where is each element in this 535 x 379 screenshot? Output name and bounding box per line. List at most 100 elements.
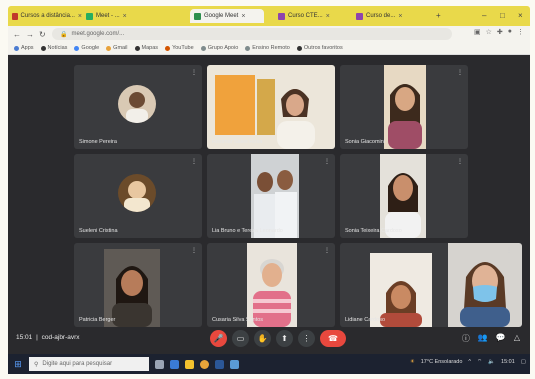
search-icon: ⚲ xyxy=(34,361,39,368)
participant-tile[interactable]: ⋮ Cusaria Silva Santos xyxy=(207,243,335,327)
meeting-time-and-code: 15:01 | cod-ajbr-avrx xyxy=(16,334,80,341)
participant-tile[interactable]: ⋮ Sueleni Cristina xyxy=(74,154,202,238)
hand-icon: ✋ xyxy=(257,334,268,343)
browser-toolbar: ← → ↻ 🔒 meet.google.com/... ▣ ☆ ✚ ● ⋮ xyxy=(8,26,530,42)
clock-text[interactable]: 15:01 xyxy=(501,359,515,365)
notifications-icon[interactable]: ▢ xyxy=(521,359,526,365)
meet-favicon-icon xyxy=(194,12,201,20)
bookmark-label: Mapas xyxy=(141,45,159,51)
close-icon[interactable]: × xyxy=(326,13,330,20)
more-options-icon[interactable]: ⋮ xyxy=(191,158,197,165)
volume-icon[interactable]: 🔈 xyxy=(488,359,495,365)
new-tab-icon[interactable]: + xyxy=(436,11,441,20)
side-controls: ⓘ 👥 💬 △ xyxy=(462,333,520,344)
edge-browser-icon[interactable] xyxy=(170,359,179,369)
tab-favicon-icon xyxy=(356,12,363,20)
bookmark-label: Apps xyxy=(21,45,34,51)
more-options-icon[interactable]: ⋮ xyxy=(191,69,197,76)
participant-name: Sonia Teixeira Cardoso xyxy=(345,228,402,234)
tab-label: Curso CTE... xyxy=(288,13,323,19)
minimize-icon[interactable]: – xyxy=(482,11,486,20)
more-options-icon[interactable]: ⋮ xyxy=(191,247,197,254)
close-window-icon[interactable]: × xyxy=(518,11,523,20)
more-options-icon[interactable]: ⋮ xyxy=(457,158,463,165)
participant-name: Rosimar Sales Rosa xyxy=(212,139,263,145)
camera-button[interactable]: ▭ xyxy=(232,330,249,347)
participant-tile-speaking[interactable]: Rosimar Sales Rosa xyxy=(207,65,335,149)
participant-name: Sueleni Cristina xyxy=(79,228,118,234)
back-icon[interactable]: ← xyxy=(13,30,21,39)
end-call-button[interactable]: ☎ xyxy=(320,330,346,347)
more-options-icon[interactable]: ⋮ xyxy=(324,247,330,254)
people-icon[interactable]: 👥 xyxy=(478,333,488,344)
windows-start-icon[interactable]: ⊞ xyxy=(11,359,25,370)
bookmark-label: Ensino Remoto xyxy=(252,45,290,51)
close-icon[interactable]: × xyxy=(123,13,127,20)
browser-tab[interactable]: Meet - ... × xyxy=(86,9,148,23)
network-icon[interactable]: ⌔ xyxy=(477,358,482,365)
close-icon[interactable]: × xyxy=(398,13,402,20)
mic-off-icon: 🎤 xyxy=(213,334,224,343)
self-view-video xyxy=(448,243,522,327)
chevron-up-icon[interactable]: ^ xyxy=(468,359,471,365)
more-options-icon[interactable]: ⋮ xyxy=(457,69,463,76)
store-icon[interactable] xyxy=(230,359,239,369)
bookmark-label: Gmail xyxy=(113,45,128,51)
bookmark-item[interactable]: Outros favoritos xyxy=(296,45,343,51)
browser-tab-active[interactable]: Google Meet × xyxy=(190,9,264,23)
more-options-button[interactable]: ⋮ xyxy=(298,330,315,347)
raise-hand-button[interactable]: ✋ xyxy=(254,330,271,347)
participant-name: Patricia Berger xyxy=(79,317,116,323)
participant-tile[interactable]: ⋮ Patricia Berger xyxy=(74,243,202,327)
info-icon[interactable]: ⓘ xyxy=(462,333,470,344)
mic-off-button[interactable]: 🎤 xyxy=(210,330,227,347)
meet-call-area: ⋮ Simone Pereira Rosimar Sales Rosa ⋮ So… xyxy=(8,55,530,354)
participant-video xyxy=(207,65,335,149)
participant-tile[interactable]: ⋮ Lia Bruno e Tereza Leonardo xyxy=(207,154,335,238)
bookmark-label: Outros favoritos xyxy=(303,45,343,51)
browser-tab[interactable]: Curso CTE... × xyxy=(278,9,348,23)
chat-icon[interactable]: 💬 xyxy=(496,333,506,344)
profile-icon[interactable]: ● xyxy=(508,28,512,36)
bookmark-item[interactable]: Grupo Apoio xyxy=(200,45,238,51)
forward-icon[interactable]: → xyxy=(26,30,34,39)
url-text: meet.google.com/... xyxy=(71,31,125,37)
taskbar-search-box[interactable]: ⚲ Digite aqui para pesquisar xyxy=(29,357,149,371)
participant-tile[interactable]: ⋮ Sonia Giacomini xyxy=(340,65,468,149)
more-options-icon[interactable]: ⋮ xyxy=(324,158,330,165)
reload-icon[interactable]: ↻ xyxy=(39,30,46,39)
participant-avatar xyxy=(118,85,156,123)
participant-name: Lia Bruno e Tereza Leonardo xyxy=(212,228,283,234)
close-icon[interactable]: × xyxy=(78,13,82,20)
star-icon[interactable]: ☆ xyxy=(486,28,492,36)
bookmark-item[interactable]: YouTube xyxy=(165,45,194,51)
close-icon[interactable]: × xyxy=(241,13,245,20)
participant-video xyxy=(104,249,160,327)
participant-name: Sonia Giacomini xyxy=(345,139,386,145)
bookmark-item[interactable]: Mapas xyxy=(134,45,159,51)
bookmark-item[interactable]: Apps xyxy=(14,45,34,51)
participant-tile[interactable]: ⋮ Sonia Teixeira Cardoso xyxy=(340,154,468,238)
word-icon[interactable] xyxy=(215,359,224,369)
chrome-browser-icon[interactable] xyxy=(200,359,209,369)
maximize-icon[interactable]: □ xyxy=(500,11,505,20)
file-explorer-icon[interactable] xyxy=(185,359,194,369)
bookmark-item[interactable]: Ensino Remoto xyxy=(245,45,290,51)
weather-text[interactable]: 17°C Ensolarado xyxy=(421,359,463,365)
activities-icon[interactable]: △ xyxy=(514,333,520,344)
browser-tab[interactable]: Curso de... × xyxy=(356,9,426,23)
menu-icon[interactable]: ⋮ xyxy=(517,28,524,36)
participant-tile[interactable]: ⋮ Lidiane Cardoso xyxy=(340,243,522,327)
camera-indicator-icon[interactable]: ▣ xyxy=(474,28,481,36)
address-bar[interactable]: 🔒 meet.google.com/... xyxy=(52,28,452,40)
participant-tile[interactable]: ⋮ Simone Pereira xyxy=(74,65,202,149)
bookmark-item[interactable]: Gmail xyxy=(106,45,128,51)
browser-tab[interactable]: Cursos a distância... × xyxy=(12,9,82,23)
bookmark-item[interactable]: Google xyxy=(74,45,99,51)
task-view-icon[interactable] xyxy=(155,359,164,369)
extensions-icon[interactable]: ✚ xyxy=(497,28,503,36)
more-options-icon[interactable]: ⋮ xyxy=(506,247,512,254)
bookmark-label: Notícias xyxy=(47,45,68,51)
bookmark-item[interactable]: Notícias xyxy=(40,45,68,51)
present-button[interactable]: ⬆ xyxy=(276,330,293,347)
